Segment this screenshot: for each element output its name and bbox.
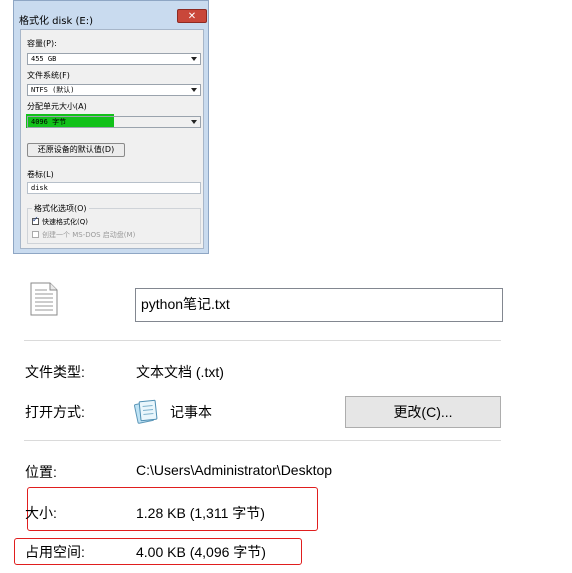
file-name-input[interactable]: python笔记.txt <box>135 288 503 322</box>
chevron-down-icon <box>191 88 197 92</box>
volume-label-input[interactable]: disk <box>27 182 201 194</box>
size-label: 大小: <box>25 505 57 521</box>
filesystem-value: NTFS (默认) <box>31 86 75 94</box>
chevron-down-icon <box>191 120 197 124</box>
restore-defaults-button[interactable]: 还原设备的默认值(D) <box>27 143 125 157</box>
alloc-unit-label: 分配单元大小(A) <box>27 102 87 111</box>
msdos-startup-label: 创建一个 MS-DOS 启动盘(M) <box>42 231 136 239</box>
open-with-label: 打开方式: <box>25 404 85 420</box>
capacity-label: 容量(P): <box>27 39 57 48</box>
quick-format-label: 快速格式化(Q) <box>42 218 88 226</box>
format-options-title: 格式化选项(O) <box>32 203 89 214</box>
volume-label-label: 卷标(L) <box>27 170 54 179</box>
size-on-disk-label: 占用空间: <box>25 544 85 560</box>
divider <box>24 340 501 341</box>
chevron-down-icon <box>191 57 197 61</box>
filesystem-label: 文件系统(F) <box>27 71 70 80</box>
notepad-icon <box>133 399 158 424</box>
capacity-dropdown[interactable]: 455 GB <box>27 53 201 65</box>
format-options-group: 格式化选项(O) 快速格式化(Q) 创建一个 MS-DOS 启动盘(M) <box>27 203 201 244</box>
alloc-unit-dropdown[interactable]: 4096 字节 <box>27 116 201 128</box>
file-type-label: 文件类型: <box>25 364 85 380</box>
format-dialog-title: 格式化 disk (E:) <box>19 16 93 27</box>
filesystem-dropdown[interactable]: NTFS (默认) <box>27 84 201 96</box>
size-value: 1.28 KB (1,311 字节) <box>136 505 265 521</box>
divider <box>24 440 501 441</box>
alloc-unit-value: 4096 字节 <box>31 118 67 126</box>
file-type-value: 文本文档 (.txt) <box>136 364 224 380</box>
format-dialog: 格式化 disk (E:) ✕ 容量(P): 455 GB 文件系统(F) NT… <box>13 0 209 254</box>
close-icon[interactable]: ✕ <box>177 9 207 23</box>
location-label: 位置: <box>25 464 57 480</box>
size-on-disk-value: 4.00 KB (4,096 字节) <box>136 544 266 560</box>
text-file-icon <box>30 282 58 316</box>
msdos-startup-checkbox[interactable] <box>32 231 39 238</box>
format-dialog-body: 容量(P): 455 GB 文件系统(F) NTFS (默认) 分配单元大小(A… <box>20 29 204 249</box>
quick-format-checkbox[interactable] <box>32 215 39 225</box>
location-value: C:\Users\Administrator\Desktop <box>136 462 333 478</box>
change-button[interactable]: 更改(C)... <box>345 396 501 428</box>
open-with-app-name: 记事本 <box>170 404 212 420</box>
capacity-value: 455 GB <box>31 55 57 63</box>
